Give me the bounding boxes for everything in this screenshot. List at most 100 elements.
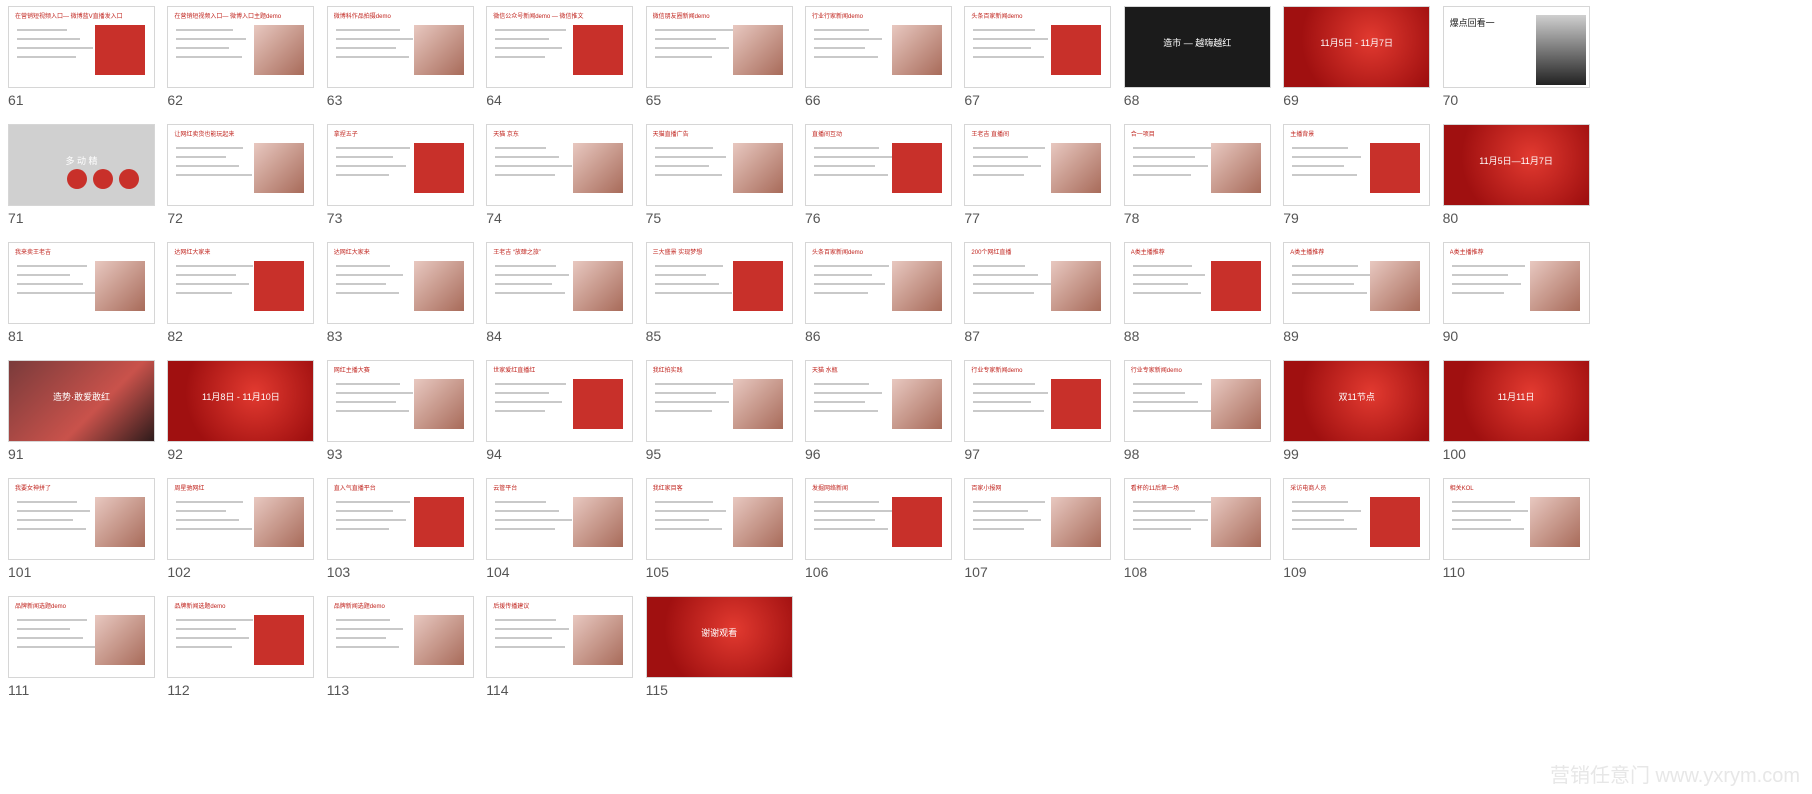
slide-thumbnail[interactable]: 双11节点 99 (1279, 356, 1463, 466)
slide-thumbnail[interactable]: 网红主播大赛 93 (323, 356, 507, 466)
slide-number: 110 (1442, 564, 1465, 580)
slide-preview: 行业专家新闻demo (964, 360, 1112, 442)
slide-title: 发掘网络新闻 (812, 486, 849, 492)
slide-thumbnail[interactable]: 王老吉 直播间 77 (960, 120, 1144, 230)
slide-thumbnail[interactable]: 云管平台 104 (482, 474, 666, 584)
slide-title: 网红主播大赛 (333, 368, 370, 374)
slide-thumbnail[interactable]: A类主播推荐 88 (1120, 238, 1304, 348)
slide-number: 73 (326, 210, 343, 226)
slide-title: 在营销短视频入口— 微博入口主题demo (174, 14, 282, 20)
slide-thumbnail[interactable]: 造市 — 越嗨越红 68 (1120, 2, 1304, 112)
slide-thumbnail[interactable]: 世家爱红直播红 94 (482, 356, 666, 466)
slide-thumbnail[interactable]: 造势·敢爱敢红 91 (4, 356, 188, 466)
text-line (1292, 265, 1359, 267)
slide-number: 84 (486, 328, 502, 344)
slide-thumbnail[interactable]: 后援传播建议 114 (482, 592, 666, 702)
text-line (495, 147, 547, 149)
text-line (335, 156, 393, 158)
text-line (176, 165, 240, 167)
text-line (1132, 265, 1192, 267)
text-line (495, 265, 557, 267)
slide-thumbnail[interactable]: 品牌新闻选题demo 111 (4, 592, 188, 702)
slide-thumbnail[interactable]: 在营销短视频入口— 微博入口主题demo 62 (163, 2, 347, 112)
slide-title: 品牌新闻选题demo (174, 604, 226, 610)
slide-preview: 我要女神拼了 (8, 478, 155, 560)
slide-thumbnail[interactable]: 拿捏五子 73 (323, 120, 507, 230)
slide-thumbnail[interactable]: 11月8日 - 11月10日 92 (163, 356, 347, 466)
slide-thumbnail[interactable]: 合一项目 78 (1120, 120, 1304, 230)
text-line (176, 274, 237, 276)
slide-thumbnail[interactable]: 采访电商人员 109 (1279, 474, 1463, 584)
slide-thumbnail[interactable]: 微博科作品拍摄demo 63 (323, 2, 507, 112)
slide-thumbnail[interactable]: 多 动 精 71 (4, 120, 188, 230)
slide-thumbnail[interactable]: 直入气直播平台 103 (323, 474, 507, 584)
slide-thumbnail[interactable]: 11月5日—11月7日 80 (1439, 120, 1623, 230)
slide-thumbnail[interactable]: 天猫直播广告 75 (642, 120, 826, 230)
text-line (335, 265, 390, 267)
slide-number: 65 (645, 92, 662, 108)
slide-image (413, 143, 464, 193)
slide-thumbnail[interactable]: 200个网红直播 87 (960, 238, 1144, 348)
text-line (1451, 274, 1508, 276)
slide-thumbnail[interactable]: 谢谢观看 115 (642, 592, 826, 702)
slide-title: 我红拍实践 (652, 368, 683, 374)
slide-image (1529, 261, 1580, 311)
slide-thumbnail[interactable]: 行业专家新闻demo 98 (1120, 356, 1304, 466)
slide-thumbnail[interactable]: 微信朋友圈新闻demo 65 (642, 2, 826, 112)
text-line (1292, 174, 1358, 176)
text-line (1451, 283, 1521, 285)
text-line (654, 147, 713, 149)
slide-title: 品牌新闻选题demo (333, 604, 385, 610)
slide-thumbnail[interactable]: A类主播推荐 90 (1439, 238, 1623, 348)
slide-preview: 拿捏五子 (326, 124, 474, 206)
slide-title: 合一项目 (1130, 132, 1155, 138)
slide-thumbnail[interactable]: A类主播推荐 89 (1279, 238, 1463, 348)
slide-thumbnail[interactable]: 行业专家新闻demo 97 (960, 356, 1144, 466)
slide-thumbnail[interactable]: 达网红大家来 83 (323, 238, 507, 348)
slide-thumbnail[interactable]: 天猫 京东 74 (482, 120, 666, 230)
slide-thumbnail[interactable]: 我红拍实践 95 (642, 356, 826, 466)
slide-thumbnail[interactable]: 头条百家新闻demo 67 (960, 2, 1144, 112)
text-line (176, 174, 253, 176)
slide-thumbnail[interactable]: 11月11日 100 (1439, 356, 1623, 466)
text-line (973, 292, 1035, 294)
text-line (1132, 283, 1188, 285)
slide-thumbnail[interactable]: 微信公众号新闻demo — 微信推文 64 (482, 2, 666, 112)
slide-thumbnail[interactable]: 三大盛景 实现梦想 85 (642, 238, 826, 348)
slide-thumbnail[interactable]: 主播背景 79 (1279, 120, 1463, 230)
slide-thumbnail[interactable]: 周星驰网红 102 (163, 474, 347, 584)
slide-title: 三大盛景 实现梦想 (652, 250, 703, 256)
slide-title: 我红家目客 (652, 486, 683, 492)
slide-image (732, 261, 783, 311)
slide-number: 111 (8, 682, 30, 698)
slide-thumbnail[interactable]: 达网红大家来 82 (163, 238, 347, 348)
slide-thumbnail[interactable]: 相关KOL 110 (1439, 474, 1623, 584)
slide-thumbnail[interactable]: 直播间互动 76 (801, 120, 985, 230)
slide-thumbnail[interactable]: 品牌新闻选题demo 113 (323, 592, 507, 702)
slide-thumbnail[interactable]: 头条百家新闻demo 86 (801, 238, 985, 348)
slide-number: 115 (645, 682, 668, 698)
slide-thumbnail[interactable]: 王老吉 “放肆之旅” 84 (482, 238, 666, 348)
text-line (1132, 147, 1212, 149)
slide-thumbnail[interactable]: 看杯的11后第一场 108 (1120, 474, 1304, 584)
slide-thumbnail[interactable]: 在营销短视频入口— 微博蓝V直播发入口 61 (4, 2, 188, 112)
slide-thumbnail[interactable]: 天猫 水瓶 96 (801, 356, 985, 466)
slide-thumbnail[interactable]: 我来卖王老吉 81 (4, 238, 188, 348)
slide-preview: 200个网红直播 (964, 242, 1112, 324)
slide-thumbnail[interactable]: 让网红卖货也能玩起来 72 (163, 120, 347, 230)
slide-thumbnail[interactable]: 11月5日 - 11月7日 69 (1279, 2, 1463, 112)
text-line (495, 392, 550, 394)
slide-thumbnail[interactable]: 我要女神拼了 101 (4, 474, 188, 584)
text-line (17, 628, 70, 630)
slide-number: 69 (1283, 92, 1299, 108)
slide-thumbnail[interactable]: 品牌新闻选题demo 112 (163, 592, 347, 702)
slide-thumbnail[interactable]: 行业行家新闻demo 66 (801, 2, 985, 112)
text-line (1132, 392, 1185, 394)
text-line (176, 646, 233, 648)
slide-thumbnail[interactable]: 爆点回看一 70 (1439, 2, 1623, 112)
slide-number: 74 (486, 210, 502, 226)
slide-thumbnail[interactable]: 百家小报网 107 (960, 474, 1144, 584)
text-line (495, 283, 553, 285)
slide-thumbnail[interactable]: 我红家目客 105 (642, 474, 826, 584)
slide-thumbnail[interactable]: 发掘网络新闻 106 (801, 474, 985, 584)
